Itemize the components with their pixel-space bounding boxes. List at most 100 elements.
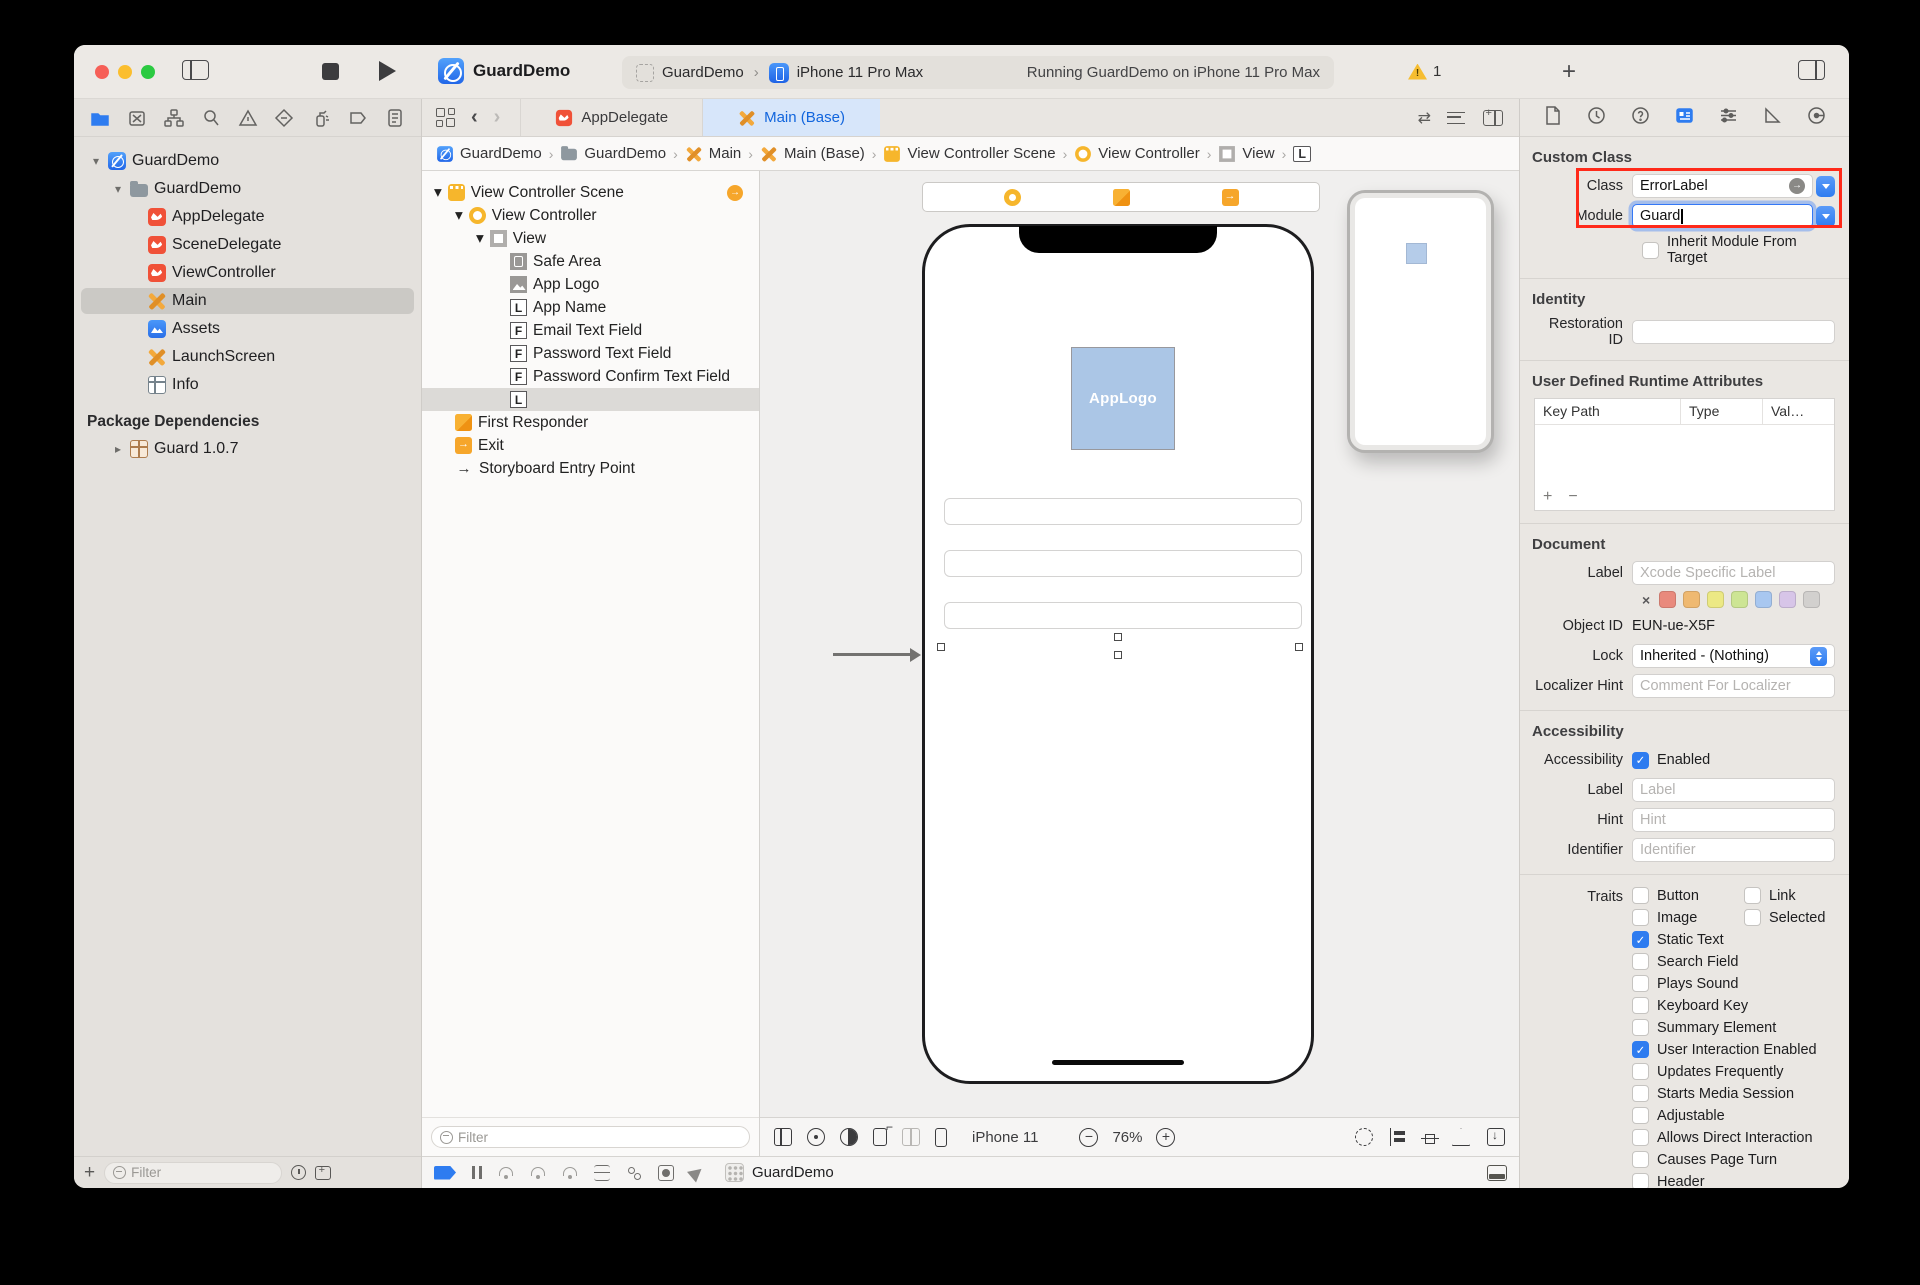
add-constraints-icon[interactable] — [1425, 1134, 1435, 1144]
disclosure-open-icon[interactable]: ▾ — [90, 154, 102, 168]
color-swatch-red[interactable] — [1659, 591, 1676, 608]
close-window-button[interactable] — [95, 65, 109, 79]
pause-execution-icon[interactable] — [472, 1166, 482, 1179]
accessibility-identifier-field[interactable]: Identifier — [1632, 838, 1835, 862]
storyboard-canvas[interactable]: AppLogo — [760, 171, 1519, 1117]
outline-item-exit[interactable]: Exit — [422, 434, 759, 457]
rotate-device-icon[interactable] — [873, 1128, 887, 1146]
first-responder-icon[interactable] — [1113, 189, 1130, 206]
trait-checkbox[interactable]: ✓ — [1632, 931, 1649, 948]
report-navigator-icon[interactable] — [385, 108, 405, 128]
color-swatch-orange[interactable] — [1683, 591, 1700, 608]
memory-graph-debugger-icon[interactable] — [626, 1165, 642, 1181]
breakpoint-navigator-icon[interactable] — [348, 108, 368, 128]
outline-item-scene[interactable]: ▾ View Controller Scene → — [422, 181, 759, 204]
jump-to-class-icon[interactable]: → — [1789, 178, 1805, 194]
document-label-field[interactable]: Xcode Specific Label — [1632, 561, 1835, 585]
outline-filter-field[interactable]: Filter — [431, 1126, 750, 1148]
simulate-location-icon[interactable] — [687, 1163, 706, 1182]
clear-color-button[interactable]: × — [1642, 592, 1650, 608]
storyboard-entry-arrow[interactable] — [833, 653, 911, 656]
back-icon[interactable]: ‹ — [471, 106, 478, 129]
restoration-id-field[interactable] — [1632, 320, 1835, 344]
go-to-scene-icon[interactable]: → — [727, 185, 743, 201]
class-field[interactable]: ErrorLabel → — [1632, 174, 1813, 198]
warning-badge[interactable]: 1 — [1408, 63, 1441, 80]
trait-checkbox[interactable] — [1632, 953, 1649, 970]
toggle-console-icon[interactable] — [1487, 1165, 1507, 1181]
navigator-item-launchscreen[interactable]: LaunchScreen — [74, 343, 421, 371]
device-name[interactable]: iPhone 11 — [972, 1129, 1038, 1146]
navigator-filter-field[interactable]: Filter — [104, 1162, 282, 1184]
issue-navigator-icon[interactable] — [238, 108, 258, 128]
file-inspector-icon[interactable] — [1542, 105, 1563, 130]
selection-handle-right[interactable] — [1295, 643, 1303, 651]
color-swatch-blue[interactable] — [1755, 591, 1772, 608]
tab-appdelegate[interactable]: AppDelegate — [520, 99, 703, 136]
step-into-icon[interactable] — [530, 1166, 546, 1179]
trait-checkbox[interactable] — [1632, 1085, 1649, 1102]
trait-checkbox[interactable] — [1744, 887, 1761, 904]
navigator-item-viewcontroller[interactable]: ViewController — [74, 259, 421, 287]
toggle-navigator-icon[interactable] — [182, 60, 209, 80]
attributes-inspector-icon[interactable] — [1718, 105, 1739, 130]
add-file-icon[interactable]: + — [84, 1162, 95, 1184]
connections-inspector-icon[interactable] — [1806, 105, 1827, 130]
trait-checkbox[interactable]: ✓ — [1632, 1041, 1649, 1058]
recent-files-icon[interactable] — [291, 1165, 306, 1180]
quick-help-inspector-icon[interactable] — [1630, 105, 1651, 130]
add-tab-button[interactable]: + — [1562, 58, 1576, 86]
minimap-preview[interactable] — [1347, 190, 1494, 453]
scheme-project-label[interactable]: GuardDemo — [662, 64, 744, 81]
selection-handle-top[interactable] — [1114, 633, 1122, 641]
inherit-module-checkbox[interactable] — [1642, 242, 1659, 259]
scheme-destination-label[interactable]: iPhone 11 Pro Max — [797, 64, 923, 81]
app-logo-image-view[interactable]: AppLogo — [1071, 347, 1175, 450]
trait-checkbox[interactable] — [1632, 1151, 1649, 1168]
lock-dropdown[interactable]: Inherited - (Nothing) — [1632, 644, 1835, 668]
trait-checkbox[interactable] — [1744, 909, 1761, 926]
history-inspector-icon[interactable] — [1586, 105, 1607, 130]
color-swatch-gray[interactable] — [1803, 591, 1820, 608]
add-editor-icon[interactable] — [1483, 110, 1503, 126]
navigator-item-package-guard[interactable]: ▸ Guard 1.0.7 — [74, 435, 421, 463]
runtime-attributes-table[interactable]: Key Path Type Val… + − — [1534, 398, 1835, 511]
trait-checkbox[interactable] — [1632, 1107, 1649, 1124]
update-frames-icon[interactable] — [1355, 1128, 1373, 1146]
outline-item-email-field[interactable]: F Email Text Field — [422, 319, 759, 342]
symbol-navigator-icon[interactable] — [164, 108, 184, 128]
navigator-item-scenedelegate[interactable]: SceneDelegate — [74, 231, 421, 259]
breadcrumb[interactable]: View — [1218, 145, 1274, 163]
accessibility-label-field[interactable]: Label — [1632, 778, 1835, 802]
color-swatch-green[interactable] — [1731, 591, 1748, 608]
accessibility-hint-field[interactable]: Hint — [1632, 808, 1835, 832]
source-control-navigator-icon[interactable] — [127, 108, 147, 128]
disclosure-open-icon[interactable]: ▾ — [476, 229, 484, 248]
outline-item-view-controller[interactable]: ▾ View Controller — [422, 204, 759, 227]
disclosure-open-icon[interactable]: ▾ — [455, 206, 463, 225]
zoom-level[interactable]: 76% — [1112, 1129, 1142, 1146]
password-confirm-text-field[interactable] — [944, 602, 1302, 629]
adjust-editor-options-icon[interactable] — [1447, 112, 1465, 124]
minimize-window-button[interactable] — [118, 65, 132, 79]
scheme-selector[interactable]: GuardDemo › iPhone 11 Pro Max Running Gu… — [622, 56, 1334, 89]
breadcrumb-label[interactable]: L — [1293, 146, 1311, 162]
toggle-outline-icon[interactable] — [774, 1128, 792, 1146]
module-field[interactable]: Guard — [1632, 204, 1813, 228]
step-out-icon[interactable] — [562, 1166, 578, 1179]
trait-checkbox[interactable] — [1632, 1129, 1649, 1146]
embed-in-icon[interactable] — [1487, 1128, 1505, 1146]
step-over-icon[interactable] — [498, 1166, 514, 1179]
localizer-hint-field[interactable]: Comment For Localizer — [1632, 674, 1835, 698]
disclosure-open-icon[interactable]: ▾ — [434, 183, 442, 202]
outline-item-app-name[interactable]: L App Name — [422, 296, 759, 319]
navigator-item-assets[interactable]: Assets — [74, 315, 421, 343]
outline-item-password-confirm-field[interactable]: F Password Confirm Text Field — [422, 365, 759, 388]
module-dropdown-icon[interactable] — [1816, 206, 1835, 227]
email-text-field[interactable] — [944, 498, 1302, 525]
test-navigator-icon[interactable] — [274, 108, 294, 128]
resolve-auto-layout-icon[interactable] — [1452, 1128, 1470, 1146]
appearance-toggle-icon[interactable] — [840, 1128, 858, 1146]
zoom-in-icon[interactable]: + — [1156, 1128, 1175, 1147]
navigator-item-group[interactable]: ▾ GuardDemo — [74, 175, 421, 203]
